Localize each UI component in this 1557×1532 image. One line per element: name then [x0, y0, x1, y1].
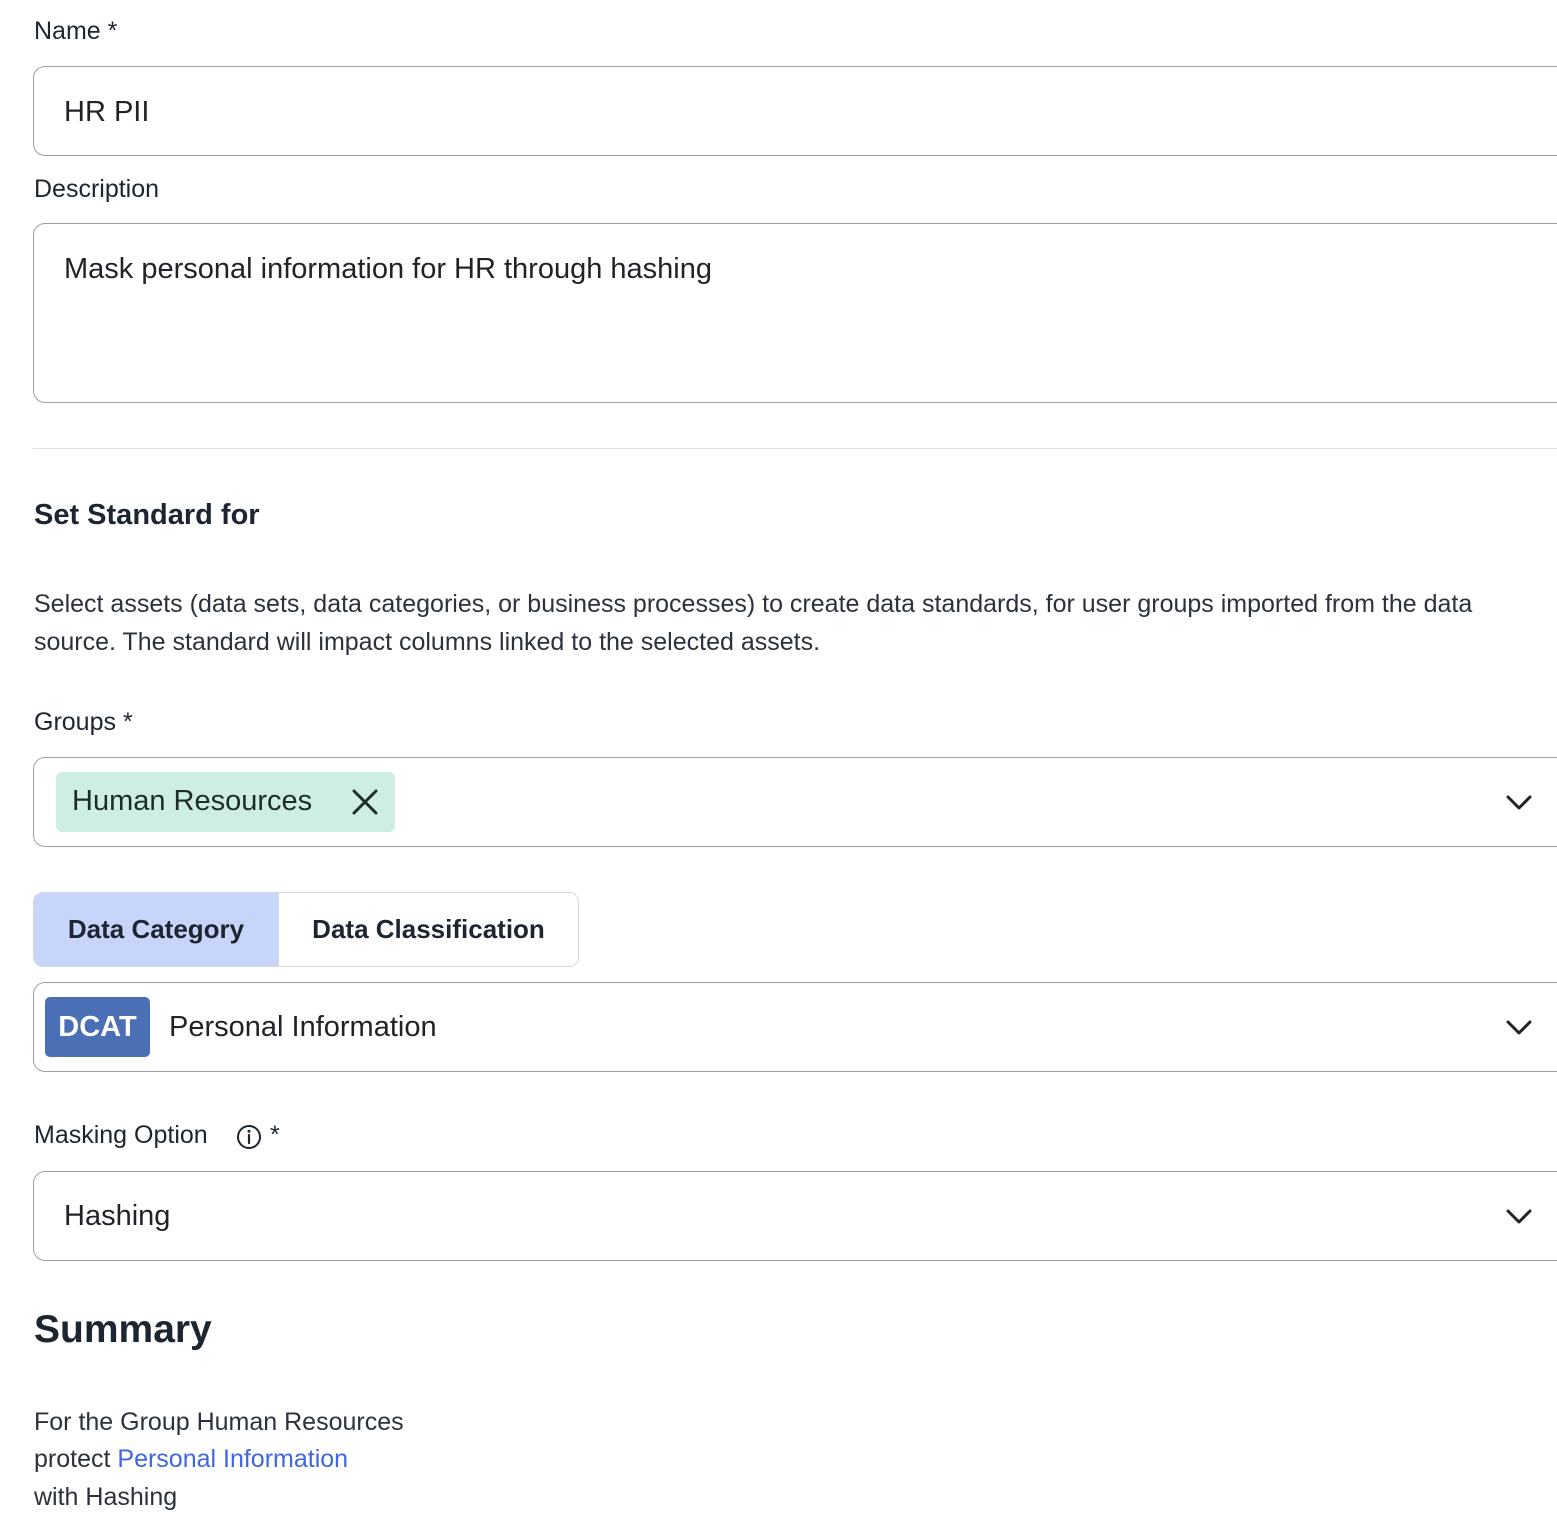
standard-form-page: Name * HR PII Description Mask personal … [0, 0, 1557, 1532]
name-value: HR PII [64, 96, 150, 128]
masking-option-select[interactable]: Hashing [33, 1171, 1557, 1261]
description-field[interactable]: Mask personal information for HR through… [33, 223, 1557, 403]
description-value: Mask personal information for HR through… [64, 253, 712, 285]
required-mark: * [107, 17, 118, 45]
tab-data-classification[interactable]: Data Classification [279, 893, 578, 966]
data-category-select[interactable]: DCAT Personal Information [33, 982, 1557, 1072]
info-icon[interactable] [236, 1124, 262, 1150]
required-mark: * [270, 1121, 280, 1149]
name-label: Name * [34, 17, 117, 46]
groups-label-text: Groups [34, 708, 116, 736]
groups-label: Groups * [34, 708, 133, 737]
summary-line-protect: protect Personal Information [34, 1445, 348, 1474]
groups-select[interactable]: Human Resources [33, 757, 1557, 847]
section-description: Select assets (data sets, data categorie… [34, 590, 1473, 656]
summary-line-group: For the Group Human Resources [34, 1408, 404, 1436]
summary-category-link[interactable]: Personal Information [117, 1445, 348, 1473]
group-chip-label: Human Resources [72, 785, 313, 817]
summary-protect-text: protect [34, 1445, 111, 1473]
chevron-down-icon[interactable] [1504, 787, 1534, 817]
summary-line-masking: with Hashing [34, 1483, 178, 1511]
masking-option-label: Masking Option [34, 1121, 208, 1150]
tab-data-category[interactable]: Data Category [34, 893, 279, 966]
name-field[interactable]: HR PII [33, 66, 1557, 156]
required-mark: * [122, 708, 133, 736]
asset-type-tabs: Data Category Data Classification [33, 892, 579, 967]
name-label-text: Name [34, 17, 101, 45]
section-title: Set Standard for [34, 499, 260, 531]
dcat-badge: DCAT [45, 997, 150, 1057]
section-divider [33, 448, 1557, 449]
masking-option-label-text: Masking Option [34, 1121, 208, 1149]
summary-title: Summary [34, 1308, 212, 1351]
data-category-value: Personal Information [169, 1011, 437, 1043]
description-label: Description [34, 175, 160, 203]
masking-option-value: Hashing [64, 1200, 171, 1232]
chevron-down-icon[interactable] [1504, 1201, 1534, 1231]
group-chip: Human Resources [56, 772, 395, 832]
close-icon[interactable] [349, 786, 381, 818]
chevron-down-icon[interactable] [1504, 1012, 1534, 1042]
